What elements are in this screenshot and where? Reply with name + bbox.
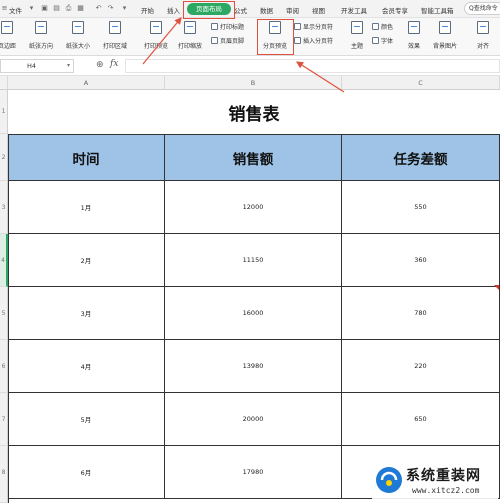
annotation-arrows (142, 17, 345, 93)
watermark: 系统重装网 www.xitcz2.com (372, 462, 498, 500)
watermark-title: 系统重装网 (406, 468, 481, 484)
watermark-logo-icon (376, 467, 402, 493)
arrow-to-page-layout-tab (142, 17, 182, 65)
excel-window: ≡ 文件 ▾ ▣ ▤ ⎙ ▦ ↶ ↷ ▾ 开始 插入 页面布局 公式 数据 审阅… (0, 0, 500, 503)
arrow-to-page-break-preview (295, 61, 345, 93)
watermark-url: www.xitcz2.com (412, 486, 480, 495)
